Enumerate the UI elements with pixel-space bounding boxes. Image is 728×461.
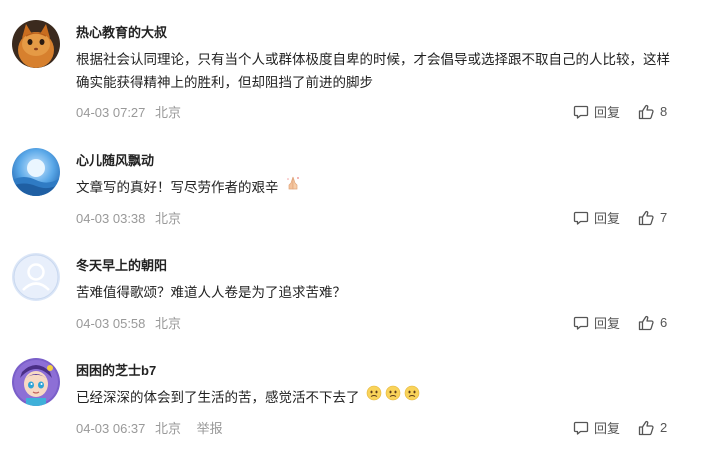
orange-cat-avatar-icon (12, 20, 60, 68)
comment-meta: 04-03 05:58 北京 (76, 313, 187, 332)
comment-actions: 回复 2 (573, 418, 667, 437)
thumbs-up-icon (638, 210, 654, 225)
thumbs-up-icon (638, 104, 654, 119)
comment-actions: 回复 8 (573, 102, 667, 121)
username[interactable]: 困困的芝士b7 (76, 360, 156, 379)
reply-button[interactable]: 回复 (573, 102, 620, 121)
comment-text-content: 已经深深的体会到了生活的苦，感觉活不下去了 (76, 390, 360, 405)
comment-text-content: 文章写的真好！写尽劳作者的艰辛 (76, 180, 279, 195)
reply-icon (573, 105, 589, 119)
username[interactable]: 热心教育的大叔 (76, 22, 167, 41)
comment-date: 04-03 03:38 (76, 211, 146, 226)
sad-face-emoji-icon (385, 385, 401, 408)
thumbs-up-icon (638, 420, 654, 435)
sad-face-emoji-icon (366, 385, 382, 408)
comment-meta: 04-03 07:27 北京 (76, 102, 187, 121)
user-avatar[interactable] (12, 358, 60, 406)
reply-icon (573, 421, 589, 435)
reply-icon (573, 211, 589, 225)
reply-button[interactable]: 回复 (573, 418, 620, 437)
user-avatar[interactable] (12, 148, 60, 196)
comment-date: 04-03 07:27 (76, 105, 146, 120)
reply-button[interactable]: 回复 (573, 313, 620, 332)
comment-text: 文章写的真好！写尽劳作者的艰辛 (76, 176, 676, 200)
reply-button[interactable]: 回复 (573, 208, 620, 227)
like-button[interactable]: 6 (638, 315, 667, 331)
like-count: 8 (660, 104, 668, 119)
comment-item: 心儿随风飘动 文章写的真好！写尽劳作者的艰辛 04-03 03:38 北京 回复 (12, 148, 672, 228)
username[interactable]: 心儿随风飘动 (76, 150, 154, 169)
reply-label: 回复 (594, 105, 621, 120)
reply-label: 回复 (594, 316, 621, 331)
reply-label: 回复 (594, 211, 621, 226)
comment-date: 04-03 05:58 (76, 316, 146, 331)
praying-hands-emoji-icon (285, 175, 301, 198)
comment-location: 北京 (155, 211, 182, 226)
sad-face-emoji-icon (404, 385, 420, 408)
comment-item: 热心教育的大叔 根据社会认同理论，只有当个人或群体极度自卑的时候，才会倡导或选择… (12, 20, 672, 120)
comment-actions: 回复 6 (573, 313, 667, 332)
like-count: 7 (660, 210, 668, 225)
reply-label: 回复 (594, 421, 621, 436)
report-link[interactable]: 举报 (197, 421, 223, 436)
like-count: 2 (660, 420, 668, 435)
comment-text: 苦难值得歌颂？难道人人卷是为了追求苦难？ (76, 285, 346, 300)
comment-item: 冬天早上的朝阳 苦难值得歌颂？难道人人卷是为了追求苦难？ 04-03 05:58… (12, 253, 672, 333)
thumbs-up-icon (638, 315, 654, 330)
comment-meta: 04-03 06:37 北京 举报 (76, 418, 229, 437)
comment-date: 04-03 06:37 (76, 421, 146, 436)
default-user-avatar-icon (12, 253, 60, 301)
comment-actions: 回复 7 (573, 208, 667, 227)
comment-location: 北京 (155, 316, 182, 331)
comment-item: 困困的芝士b7 已经深深的体会到了生活的苦，感觉活不下去了 04-03 06:3… (12, 358, 672, 438)
comment-meta: 04-03 03:38 北京 (76, 208, 187, 227)
like-button[interactable]: 7 (638, 210, 667, 226)
reply-icon (573, 316, 589, 330)
user-avatar[interactable] (12, 20, 60, 68)
comment-text: 根据社会认同理论，只有当个人或群体极度自卑的时候，才会倡导或选择跟不取自己的人比… (76, 52, 670, 90)
comment-location: 北京 (155, 421, 182, 436)
like-button[interactable]: 2 (638, 420, 667, 436)
cartoon-character-avatar-icon (12, 358, 60, 406)
username[interactable]: 冬天早上的朝阳 (76, 255, 167, 274)
like-button[interactable]: 8 (638, 104, 667, 120)
blue-moon-avatar-icon (12, 148, 60, 196)
comment-location: 北京 (155, 105, 182, 120)
comment-text: 已经深深的体会到了生活的苦，感觉活不下去了 (76, 385, 676, 410)
like-count: 6 (660, 315, 668, 330)
user-avatar[interactable] (12, 253, 60, 301)
